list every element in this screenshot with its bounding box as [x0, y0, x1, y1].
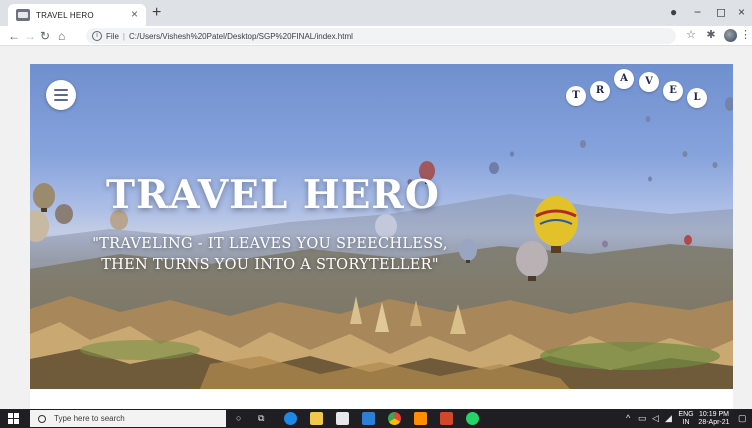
hero-quote-line-2: THEN TURNS YOU INTO A STORYTELLER"	[101, 257, 439, 273]
menu-line	[54, 89, 68, 91]
back-arrow-icon[interactable]: ←	[8, 27, 20, 45]
taskbar-search-placeholder: Type here to search	[54, 414, 125, 423]
menu-line	[54, 99, 68, 101]
clock-date: 28-Apr-21	[698, 419, 730, 426]
store-icon[interactable]	[336, 412, 349, 425]
hero-title: TRAVEL HERO	[106, 172, 440, 218]
bookmark-star-icon[interactable]: ☆	[684, 28, 698, 42]
cortana-icon[interactable]: ○	[236, 413, 241, 424]
battery-icon[interactable]: ▭	[638, 413, 647, 424]
site-info-icon[interactable]: i	[92, 31, 102, 41]
travel-letter-t: T	[566, 86, 586, 106]
profile-avatar[interactable]	[724, 29, 737, 42]
site-favicon-icon	[16, 9, 30, 21]
chrome-icon[interactable]	[388, 412, 401, 425]
travel-letter-e: E	[663, 81, 683, 101]
extensions-icon[interactable]: ✱	[704, 28, 718, 42]
tab-title: TRAVEL HERO	[36, 10, 94, 20]
travel-letter-v: V	[639, 72, 659, 92]
windows-start-icon[interactable]	[8, 413, 19, 424]
file-explorer-icon[interactable]	[310, 412, 323, 425]
edge-browser-icon[interactable]	[284, 412, 297, 425]
travel-letter-l: L	[687, 88, 707, 108]
home-icon[interactable]: ⌂	[58, 27, 65, 45]
taskbar-search-box[interactable]: Type here to search	[30, 410, 226, 427]
address-prefix: File	[106, 31, 119, 41]
forward-arrow-icon[interactable]: →	[24, 27, 36, 45]
sublime-text-icon[interactable]	[414, 412, 427, 425]
whatsapp-icon[interactable]	[466, 412, 479, 425]
tab-close-icon[interactable]: ×	[131, 7, 138, 21]
balloon-landscape-image	[30, 97, 733, 389]
notifications-icon[interactable]: ▢	[738, 413, 747, 424]
show-hidden-icons-icon[interactable]: ^	[626, 413, 630, 424]
travel-letter-r: R	[590, 81, 610, 101]
address-bar[interactable]: i File | C:/Users/Vishesh%20Patel/Deskto…	[86, 28, 676, 44]
menu-line	[54, 94, 68, 96]
close-window-button[interactable]: ×	[738, 3, 745, 21]
hero-quote: "TRAVELING - IT LEAVES YOU SPEECHLESS, T…	[70, 234, 470, 276]
browser-toolbar: ← → ↻ ⌂ i File | C:/Users/Vishesh%20Pate…	[0, 26, 752, 46]
clock[interactable]: 10:19 PM 28-Apr-21	[696, 411, 732, 427]
browser-menu-icon[interactable]: ⋮	[740, 28, 751, 42]
travel-letter-a: A	[614, 69, 634, 89]
new-tab-button[interactable]: +	[152, 4, 161, 22]
page-viewport: T R A V E L TRAVEL HERO "TRAVELING - IT …	[0, 46, 752, 409]
browser-tab-strip: TRAVEL HERO × + ● − ◻ ×	[0, 0, 752, 26]
mail-icon[interactable]	[362, 412, 375, 425]
hero-quote-line-1: "TRAVELING - IT LEAVES YOU SPEECHLESS,	[92, 236, 448, 252]
address-separator: |	[122, 31, 125, 41]
powerpoint-icon[interactable]	[440, 412, 453, 425]
windows-taskbar: Type here to search ○ ⧉ ^ ▭ ◁ ◢ ENG IN 1…	[0, 409, 752, 428]
minimize-button[interactable]: −	[694, 3, 701, 21]
hamburger-menu-button[interactable]	[46, 80, 76, 110]
account-circle-icon[interactable]: ●	[670, 3, 677, 21]
language-indicator[interactable]: ENG IN	[678, 411, 694, 427]
search-icon	[38, 414, 46, 423]
wifi-icon[interactable]: ◢	[665, 413, 672, 424]
volume-icon[interactable]: ◁	[652, 413, 659, 424]
browser-tab[interactable]: TRAVEL HERO ×	[8, 4, 146, 26]
address-url: C:/Users/Vishesh%20Patel/Desktop/SGP%20F…	[128, 31, 353, 41]
maximize-button[interactable]: ◻	[716, 3, 726, 21]
language-code: ENG	[678, 411, 694, 418]
clock-time: 10:19 PM	[699, 411, 729, 418]
region-code: IN	[682, 419, 690, 426]
hero-banner: T R A V E L TRAVEL HERO "TRAVELING - IT …	[30, 64, 733, 389]
task-view-icon[interactable]: ⧉	[258, 413, 264, 424]
reload-icon[interactable]: ↻	[40, 27, 50, 45]
page-content-below	[30, 389, 733, 409]
